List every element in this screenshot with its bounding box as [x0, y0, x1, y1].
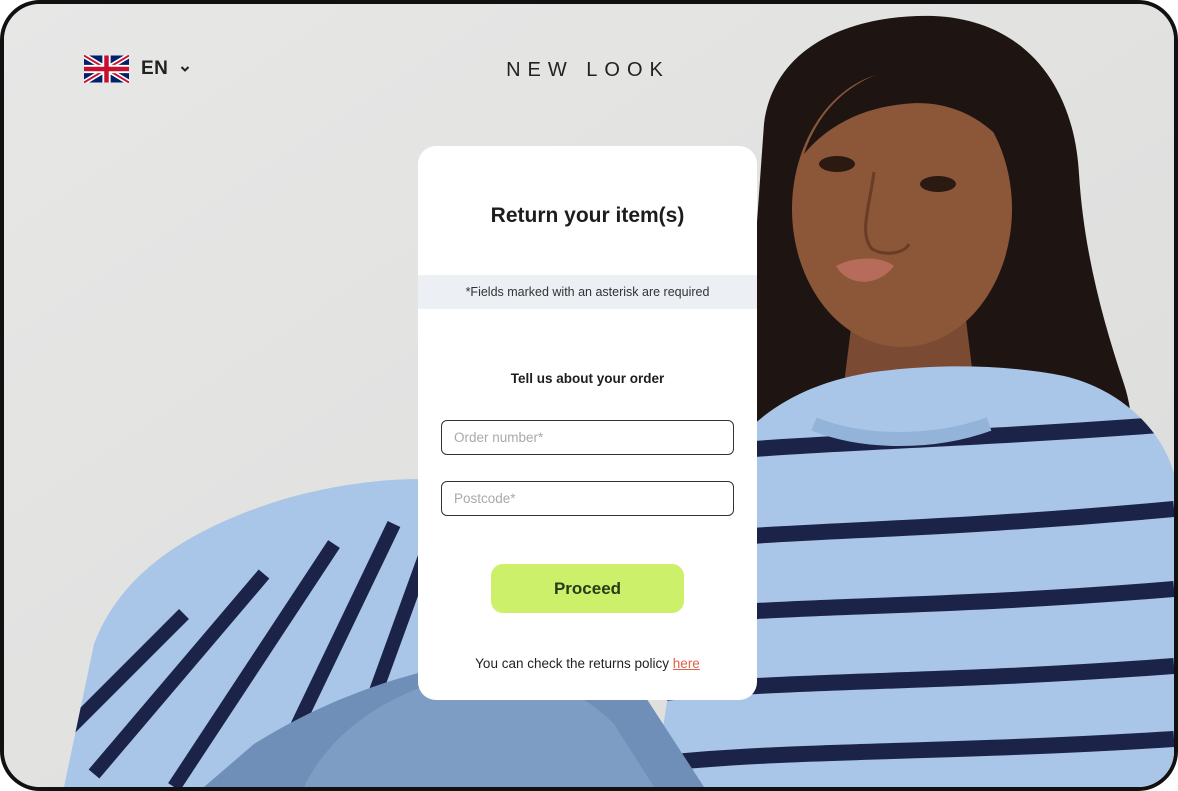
language-selector[interactable]: EN: [84, 55, 190, 83]
postcode-input[interactable]: [441, 481, 734, 516]
brand-logo[interactable]: NEW LOOK: [388, 59, 788, 82]
proceed-button[interactable]: Proceed: [491, 564, 684, 613]
order-number-input[interactable]: [441, 420, 734, 455]
returns-policy-link[interactable]: here: [673, 656, 700, 671]
form-title: Return your item(s): [490, 204, 685, 227]
app-window: EN NEW LOOK Return your item(s) *Fields …: [0, 0, 1178, 791]
returns-policy-text: You can check the returns policy here: [418, 656, 757, 671]
required-fields-notice: *Fields marked with an asterisk are requ…: [418, 275, 757, 309]
language-code: EN: [141, 58, 169, 79]
returns-policy-label: You can check the returns policy: [475, 656, 673, 671]
chevron-down-icon: [181, 66, 190, 72]
uk-flag-icon: [84, 55, 129, 83]
order-section-title: Tell us about your order: [510, 371, 665, 386]
return-form-card: Return your item(s) *Fields marked with …: [418, 146, 757, 700]
